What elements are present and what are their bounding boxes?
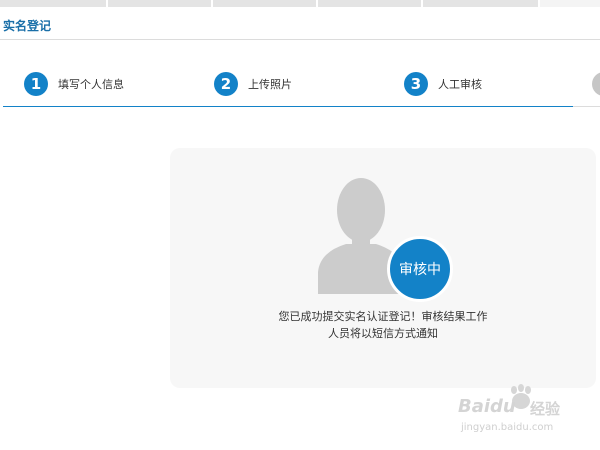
step-label: 上传照片 — [248, 78, 292, 91]
top-tab-active[interactable] — [540, 0, 600, 7]
step-label: 人工审核 — [438, 78, 482, 91]
step-number: 1 — [24, 72, 48, 96]
step-fill-info: 1 填写个人信息 — [24, 72, 124, 96]
watermark-label: 经验 — [530, 400, 561, 418]
step-upload-photo: 2 上传照片 — [214, 72, 292, 96]
top-tab-strip — [0, 0, 600, 7]
top-tab[interactable] — [423, 0, 540, 7]
page-title: 实名登记 — [3, 19, 52, 33]
top-tab[interactable] — [318, 0, 423, 7]
top-tab[interactable] — [213, 0, 318, 7]
title-divider — [0, 39, 600, 40]
status-card: 审核中 您已成功提交实名认证登记！审核结果工作人员将以短信方式通知 — [170, 148, 596, 388]
progress-steps: 1 填写个人信息 2 上传照片 3 人工审核 — [0, 72, 600, 108]
step-next-marker — [592, 72, 600, 96]
step-number: 3 — [404, 72, 428, 96]
top-tab[interactable] — [108, 0, 213, 7]
progress-line-remaining — [573, 106, 600, 107]
watermark-url: jingyan.baidu.com — [461, 422, 554, 433]
watermark-brand: Baidu — [458, 396, 516, 417]
status-badge: 审核中 — [387, 236, 453, 302]
watermark: Baidu 经验 jingyan.baidu.com — [458, 384, 598, 440]
step-number: 2 — [214, 72, 238, 96]
progress-line — [3, 106, 573, 107]
step-label: 填写个人信息 — [58, 78, 124, 91]
status-message: 您已成功提交实名认证登记！审核结果工作人员将以短信方式通知 — [278, 310, 488, 340]
step-manual-review: 3 人工审核 — [404, 72, 482, 96]
top-tab[interactable] — [0, 0, 108, 7]
